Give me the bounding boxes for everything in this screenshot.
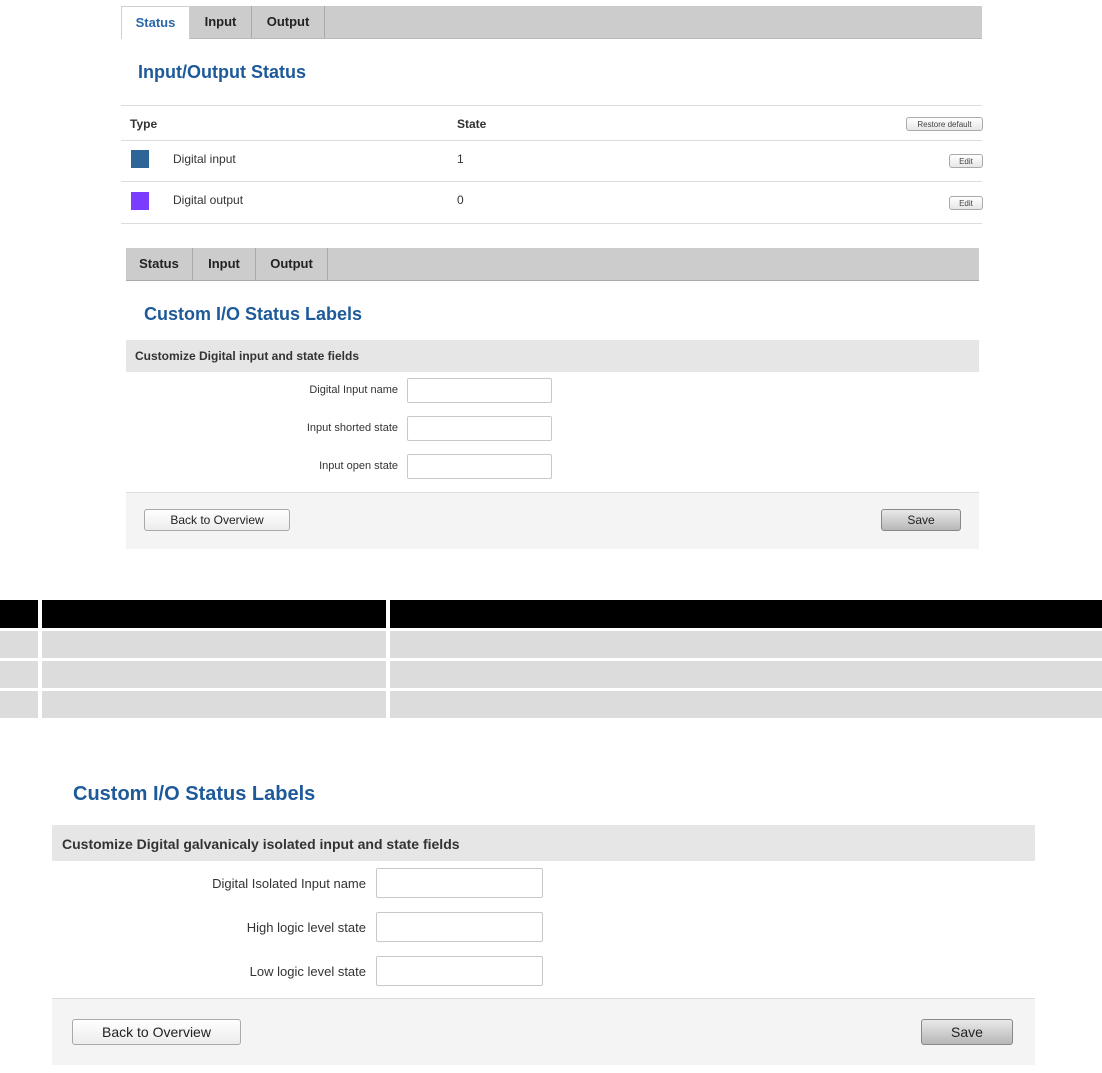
back-to-overview-button[interactable]: Back to Overview	[144, 509, 290, 531]
table-header-divider	[38, 600, 42, 628]
form-footer: Back to Overview Save	[126, 492, 979, 549]
input-shorted-state-field[interactable]	[407, 416, 552, 441]
section-title: Custom I/O Status Labels	[73, 783, 316, 805]
table-row	[0, 691, 38, 718]
digital-isolated-input-name-field[interactable]	[376, 868, 543, 898]
status-tab-bar: Status Input Output	[121, 6, 982, 39]
back-to-overview-button[interactable]: Back to Overview	[72, 1019, 241, 1045]
low-logic-level-state-field[interactable]	[376, 956, 543, 986]
tab-status[interactable]: Status	[126, 248, 193, 280]
column-header-state: State	[457, 117, 487, 131]
save-button[interactable]: Save	[921, 1019, 1013, 1045]
divider	[121, 105, 982, 106]
tab-output[interactable]: Output	[252, 6, 325, 38]
section-header-label: Customize Digital input and state fields	[135, 349, 360, 363]
edit-digital-input-button[interactable]: Edit	[949, 154, 983, 168]
divider	[121, 140, 982, 141]
restore-default-button[interactable]: Restore default	[906, 117, 983, 131]
input-open-state-field[interactable]	[407, 454, 552, 479]
field-label-digital-input-name: Digital Input name	[309, 384, 398, 396]
table-row	[390, 661, 1102, 688]
edit-digital-output-button[interactable]: Edit	[949, 196, 983, 210]
input-tab-bar: Status Input Output	[126, 248, 979, 281]
high-logic-level-state-field[interactable]	[376, 912, 543, 942]
tab-output[interactable]: Output	[256, 248, 328, 280]
digital-output-color-swatch	[131, 192, 149, 210]
digital-input-name-field[interactable]	[407, 378, 552, 403]
field-label-input-open-state: Input open state	[319, 460, 398, 472]
section-title: Custom I/O Status Labels	[144, 304, 363, 324]
tab-input[interactable]: Input	[193, 248, 256, 280]
form-footer: Back to Overview Save	[52, 998, 1035, 1065]
section-header: Customize Digital input and state fields	[126, 340, 979, 372]
table-row	[42, 691, 386, 718]
field-label-input-shorted-state: Input shorted state	[306, 422, 398, 434]
table-header-divider	[386, 600, 390, 628]
table-row	[0, 661, 38, 688]
row-state-digital-output: 0	[457, 193, 464, 207]
page-title: Input/Output Status	[138, 62, 306, 82]
field-label-low-logic-level-state: Low logic level state	[249, 964, 366, 979]
column-header-type: Type	[130, 117, 158, 131]
tab-input[interactable]: Input	[190, 6, 252, 38]
field-label-digital-isolated-input-name: Digital Isolated Input name	[212, 876, 366, 891]
table-row	[42, 661, 386, 688]
divider	[121, 223, 982, 224]
save-button[interactable]: Save	[881, 509, 961, 531]
field-label-high-logic-level-state: High logic level state	[246, 920, 366, 935]
table-header	[0, 600, 1102, 628]
table-row	[390, 691, 1102, 718]
empty-table	[0, 600, 1102, 720]
digital-input-color-swatch	[131, 150, 149, 168]
tab-status[interactable]: Status	[121, 6, 190, 39]
section-header: Customize Digital galvanicaly isolated i…	[52, 825, 1035, 861]
divider	[121, 181, 982, 182]
row-type-digital-input: Digital input	[173, 152, 236, 166]
table-row	[42, 631, 386, 658]
table-row	[390, 631, 1102, 658]
table-row	[0, 631, 38, 658]
row-state-digital-input: 1	[457, 152, 464, 166]
row-type-digital-output: Digital output	[173, 193, 244, 207]
section-header-label: Customize Digital galvanicaly isolated i…	[62, 836, 460, 852]
